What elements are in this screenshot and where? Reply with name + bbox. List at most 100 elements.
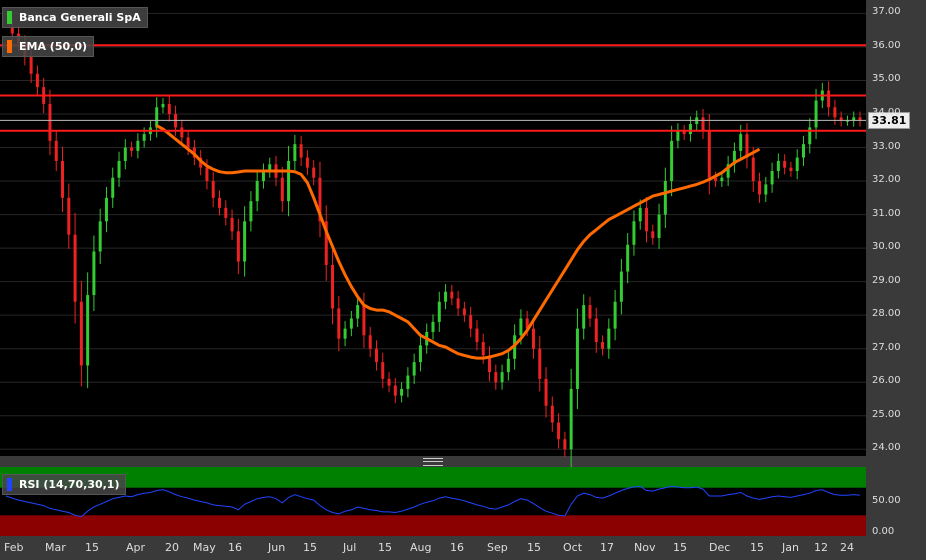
panel-resize-grip[interactable] — [423, 458, 443, 466]
up-candle — [243, 221, 247, 262]
down-candle — [789, 167, 793, 171]
rsi-oversold-zone — [0, 515, 866, 536]
up-candle — [626, 244, 630, 272]
up-candle — [431, 321, 435, 332]
down-candle — [758, 181, 762, 195]
up-candle — [670, 140, 674, 182]
up-candle — [776, 160, 780, 171]
ema-line — [155, 124, 761, 360]
up-candle — [657, 214, 661, 239]
up-candle — [720, 177, 724, 182]
time-tick-label: Nov — [634, 541, 656, 554]
time-tick-label: Jan — [782, 541, 799, 554]
down-candle — [374, 348, 378, 363]
rsi-tick-label: 50.00 — [872, 494, 901, 506]
down-candle — [494, 372, 498, 383]
ema-legend[interactable]: EMA (50,0) — [2, 36, 94, 57]
down-candle — [35, 73, 39, 88]
up-candle — [400, 388, 404, 396]
down-candle — [538, 348, 542, 379]
down-candle — [230, 217, 234, 232]
chart-canvas — [0, 12, 866, 536]
down-candle — [180, 127, 184, 138]
down-candle — [130, 147, 134, 151]
up-candle — [412, 362, 416, 376]
down-candle — [331, 264, 335, 309]
down-candle — [594, 318, 598, 342]
up-candle — [437, 301, 441, 322]
down-candle — [79, 301, 83, 366]
up-candle — [418, 345, 422, 363]
price-tick-label: 24.00 — [872, 442, 901, 454]
down-candle — [280, 177, 284, 202]
price-tick-label: 33.00 — [872, 140, 901, 152]
up-candle — [638, 207, 642, 222]
down-candle — [531, 328, 535, 349]
down-candle — [601, 342, 605, 349]
up-candle — [287, 160, 291, 202]
time-tick-label: Apr — [126, 541, 146, 554]
down-candle — [29, 57, 33, 74]
down-candle — [783, 160, 787, 168]
time-tick-label: May — [193, 541, 216, 554]
price-tick-label: 36.00 — [872, 39, 901, 51]
up-candle — [569, 388, 573, 450]
down-candle — [211, 181, 215, 198]
up-candle — [607, 328, 611, 349]
rsi-tick-label: 0.00 — [872, 526, 895, 537]
up-candle — [676, 130, 680, 141]
up-candle — [356, 305, 360, 319]
up-candle — [770, 171, 774, 185]
down-candle — [751, 157, 755, 182]
time-tick-label: 15 — [303, 541, 317, 554]
up-candle — [349, 318, 353, 329]
up-candle — [632, 221, 636, 245]
up-candle — [406, 375, 410, 389]
time-tick-label: Feb — [4, 541, 24, 554]
price-tick-label: 32.00 — [872, 174, 901, 186]
up-candle — [663, 181, 667, 215]
time-tick-label: 16 — [450, 541, 464, 554]
up-candle — [142, 134, 146, 141]
down-candle — [236, 231, 240, 262]
up-candle — [117, 160, 121, 178]
up-candle — [111, 177, 115, 198]
up-candle — [582, 305, 586, 329]
ema-swatch — [7, 40, 12, 53]
down-candle — [186, 137, 190, 148]
price-tick-label: 35.00 — [872, 73, 901, 85]
down-candle — [827, 90, 831, 108]
instrument-title-text: Banca Generali SpA — [19, 11, 141, 24]
down-candle — [368, 335, 372, 349]
chart-window: Banca Generali SpA EMA (50,0) RSI (14,70… — [0, 0, 926, 560]
price-tick-label: 25.00 — [872, 408, 901, 420]
down-candle — [205, 167, 209, 182]
down-candle — [381, 362, 385, 379]
down-candle — [557, 422, 561, 440]
down-candle — [707, 130, 711, 178]
rsi-legend[interactable]: RSI (14,70,30,1) — [2, 474, 127, 495]
down-candle — [462, 308, 466, 316]
up-candle — [739, 134, 743, 151]
rsi-line — [5, 485, 861, 518]
up-candle — [293, 144, 297, 161]
down-candle — [701, 117, 705, 131]
up-candle — [688, 124, 692, 135]
time-tick-label: 24 — [840, 541, 854, 554]
down-candle — [218, 197, 221, 208]
price-tick-label: 27.00 — [872, 341, 901, 353]
down-candle — [544, 378, 548, 406]
time-tick-label: Dec — [709, 541, 731, 554]
down-candle — [337, 308, 341, 339]
up-candle — [123, 147, 127, 161]
down-candle — [224, 207, 228, 218]
time-tick-label: Aug — [410, 541, 432, 554]
up-candle — [98, 221, 102, 252]
time-tick-label: 15 — [527, 541, 541, 554]
rsi-swatch — [7, 478, 12, 491]
down-candle — [305, 157, 309, 168]
time-tick-label: Jul — [343, 541, 357, 554]
down-candle — [651, 231, 655, 239]
rsi-overbought-zone — [0, 467, 866, 488]
down-candle — [167, 103, 171, 114]
